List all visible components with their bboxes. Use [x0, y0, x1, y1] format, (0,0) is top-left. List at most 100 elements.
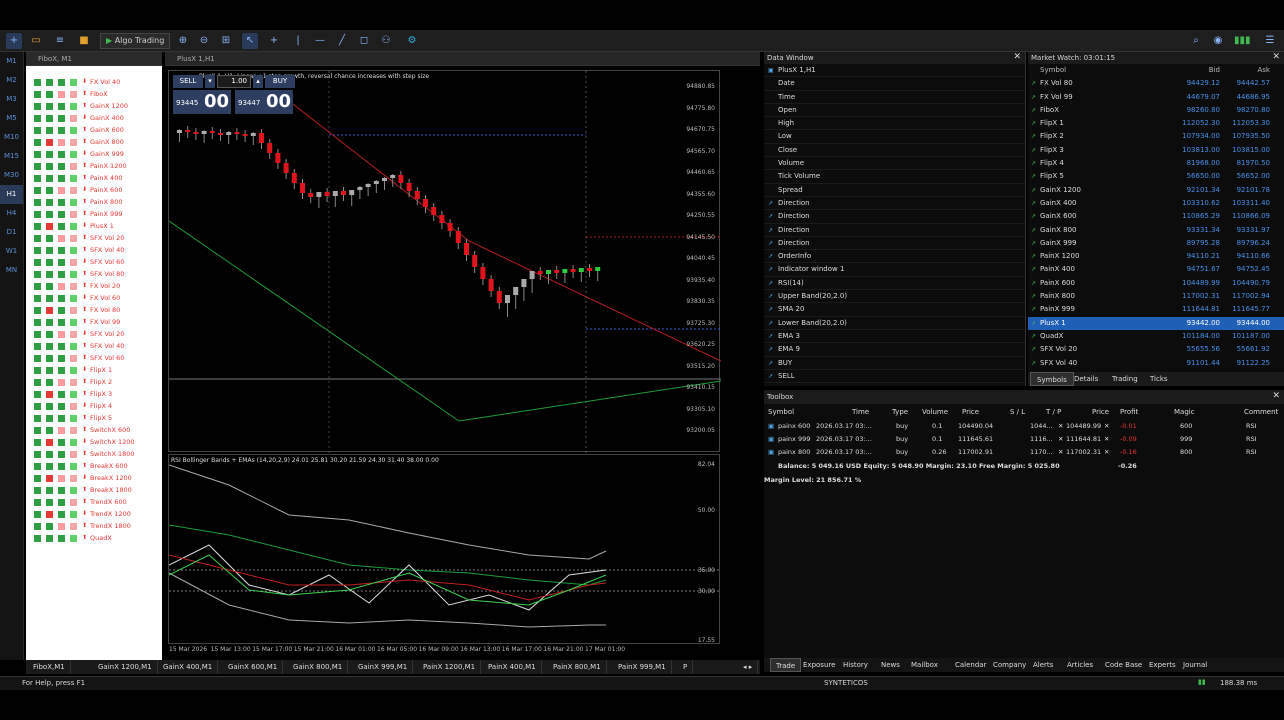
- asset-row[interactable]: ⬆ FX Vol 20: [26, 280, 162, 292]
- tab-calendar[interactable]: Calendar: [950, 658, 991, 672]
- asset-row[interactable]: ⬆ GainX 1200: [26, 100, 162, 112]
- tab-alerts[interactable]: Alerts: [1028, 658, 1058, 672]
- market-watch-row[interactable]: ↗ FlipX 2 107934.00 107935.50: [1028, 130, 1284, 143]
- tab-trading[interactable]: Trading: [1106, 372, 1144, 386]
- lot-up-icon[interactable]: ▴: [253, 75, 263, 88]
- asset-row[interactable]: ⬆ BreakX 1800: [26, 484, 162, 496]
- timeframe-m5[interactable]: M5: [0, 109, 23, 128]
- zoom-out-icon[interactable]: ⊖: [196, 33, 212, 49]
- market-watch-row[interactable]: ↗ GainX 999 89795.28 89796.24: [1028, 237, 1284, 250]
- chart-tab[interactable]: PainX 400,M1: [483, 660, 542, 674]
- market-watch-row[interactable]: ↗ FlipX 1 112052.30 112053.30: [1028, 117, 1284, 130]
- close-position-icon[interactable]: ✕: [1104, 446, 1109, 459]
- market-watch-row[interactable]: ↗ FlipX 3 103813.00 103815.00: [1028, 144, 1284, 157]
- horizontal-line-icon[interactable]: —: [312, 33, 328, 49]
- asset-row[interactable]: ⬆ BreakX 600: [26, 460, 162, 472]
- chart-tab[interactable]: GainX 600,M1: [223, 660, 284, 674]
- market-watch-row[interactable]: ↗ PainX 600 104489.99 104490.79: [1028, 277, 1284, 290]
- asset-row[interactable]: ⬇ FlipX 1: [26, 364, 162, 376]
- chart-tab[interactable]: GainX 999,M1: [353, 660, 414, 674]
- close-icon[interactable]: ✕: [1013, 52, 1021, 62]
- sell-price[interactable]: 93445 00: [173, 90, 231, 114]
- asset-row[interactable]: ⬆ SFX Vol 40: [26, 244, 162, 256]
- asset-row[interactable]: ⬆ SwitchX 600: [26, 424, 162, 436]
- market-watch-row[interactable]: ↗ PainX 999 111644.81 111645.77: [1028, 303, 1284, 316]
- market-watch-row[interactable]: ↗ PlusX 1 93442.00 93444.00: [1028, 316, 1284, 330]
- timeframe-h1[interactable]: H1: [0, 185, 23, 204]
- asset-row[interactable]: ⬇ GainX 999: [26, 148, 162, 160]
- menu-icon[interactable]: ☰: [1262, 33, 1278, 49]
- asset-row[interactable]: ⬆ SwitchX 1800: [26, 448, 162, 460]
- asset-row[interactable]: ⬇ FX Vol 60: [26, 292, 162, 304]
- tab-exposure[interactable]: Exposure: [798, 658, 840, 672]
- market-watch-row[interactable]: ↗ SFX Vol 20 55655.56 55661.92: [1028, 343, 1284, 356]
- close-position-icon[interactable]: ✕: [1058, 446, 1063, 459]
- account-icon[interactable]: ◉: [1210, 33, 1226, 49]
- asset-row[interactable]: ⬆ TrendX 1800: [26, 520, 162, 532]
- asset-row[interactable]: ⬆ PainX 400: [26, 172, 162, 184]
- tab-company[interactable]: Company: [988, 658, 1031, 672]
- algo-trading-button[interactable]: ▶ Algo Trading: [100, 33, 171, 49]
- market-watch-row[interactable]: ↗ GainX 400 103310.62 103311.40: [1028, 197, 1284, 210]
- trendline-icon[interactable]: ╱: [334, 33, 350, 49]
- close-position-icon[interactable]: ✕: [1104, 433, 1109, 446]
- asset-row[interactable]: ⬆ GainX 600: [26, 124, 162, 136]
- tab-experts[interactable]: Experts: [1144, 658, 1181, 672]
- asset-row[interactable]: ⬆ FlipX 5: [26, 412, 162, 424]
- asset-row[interactable]: ⬆ PainX 800: [26, 196, 162, 208]
- lot-input[interactable]: 1.00: [217, 75, 251, 88]
- asset-row[interactable]: ⬇ SFX Vol 20: [26, 328, 162, 340]
- toolbox-col-header[interactable]: Price: [962, 408, 979, 420]
- grid-icon[interactable]: ⊞: [218, 33, 234, 49]
- asset-row[interactable]: ⬇ BreakX 1200: [26, 472, 162, 484]
- timeframe-h4[interactable]: H4: [0, 204, 23, 223]
- asset-row[interactable]: ⬇ GainX 400: [26, 112, 162, 124]
- chart-tab[interactable]: PainX 800,M1: [548, 660, 607, 674]
- market-watch-row[interactable]: ↗ SFX Vol 40 91101.44 91122.25: [1028, 357, 1284, 370]
- toolbox-col-header[interactable]: Symbol: [768, 408, 794, 420]
- asset-row[interactable]: ⬆ FiboX: [26, 88, 162, 100]
- asset-row[interactable]: ⬆ GainX 800: [26, 136, 162, 148]
- market-watch-row[interactable]: ↗ QuadX 101184.00 101187.00: [1028, 330, 1284, 343]
- chart-tab[interactable]: PainX 999,M1: [613, 660, 672, 674]
- tab-articles[interactable]: Articles: [1062, 658, 1098, 672]
- search-icon[interactable]: ⌕: [1188, 33, 1204, 49]
- zoom-in-icon[interactable]: ⊕: [175, 33, 191, 49]
- chart-tab[interactable]: GainX 1200,M1: [93, 660, 158, 674]
- asset-row[interactable]: ⬆ SFX Vol 60: [26, 352, 162, 364]
- market-watch-row[interactable]: ↗ GainX 800 93331.34 93331.97: [1028, 224, 1284, 237]
- crosshair-icon[interactable]: +: [266, 33, 282, 49]
- tab-news[interactable]: News: [876, 658, 905, 672]
- tab-mailbox[interactable]: Mailbox: [906, 658, 943, 672]
- asset-row[interactable]: ⬆ SFX Vol 40: [26, 340, 162, 352]
- open-folder-icon[interactable]: ▭: [28, 33, 44, 49]
- toolbox-col-header[interactable]: T / P: [1046, 408, 1061, 420]
- timeframe-m15[interactable]: M15: [0, 147, 23, 166]
- market-watch-row[interactable]: ↗ GainX 600 110865.29 110866.09: [1028, 210, 1284, 223]
- tab-code-base[interactable]: Code Base: [1100, 658, 1147, 672]
- asset-row[interactable]: ⬆ TrendX 600: [26, 496, 162, 508]
- market-watch-row[interactable]: ↗ FlipX 5 56650.00 56652.00: [1028, 170, 1284, 183]
- asset-row[interactable]: ⬇ PainX 600: [26, 184, 162, 196]
- toolbox-col-header[interactable]: Magic: [1174, 408, 1195, 420]
- market-watch-row[interactable]: ↗ GainX 1200 92101.34 92101.78: [1028, 184, 1284, 197]
- toolbox-col-header[interactable]: Time: [852, 408, 869, 420]
- tab-ticks[interactable]: Ticks: [1144, 372, 1174, 386]
- chart-tab[interactable]: GainX 800,M1: [288, 660, 349, 674]
- lock-icon[interactable]: ■: [76, 33, 92, 49]
- chart-tab[interactable]: FiboX,M1: [28, 660, 71, 674]
- asset-row[interactable]: ⬇ FX Vol 40: [26, 76, 162, 88]
- market-watch-row[interactable]: ↗ PainX 400 94751.67 94752.45: [1028, 263, 1284, 276]
- buy-price[interactable]: 93447 00: [235, 90, 293, 114]
- timeframe-mn[interactable]: MN: [0, 261, 23, 280]
- asset-row[interactable]: ⬆ FlipX 2: [26, 376, 162, 388]
- market-watch-row[interactable]: ↗ FX Vol 99 44679.07 44686.95: [1028, 91, 1284, 104]
- close-position-icon[interactable]: ✕: [1058, 420, 1063, 433]
- asset-row[interactable]: ⬆ SFX Vol 80: [26, 268, 162, 280]
- tab-journal[interactable]: Journal: [1178, 658, 1212, 672]
- market-watch-row[interactable]: ↗ FlipX 4 81968.00 81970.50: [1028, 157, 1284, 170]
- close-icon[interactable]: ✕: [1272, 52, 1280, 62]
- cursor-icon[interactable]: ↖: [242, 33, 258, 49]
- tab-history[interactable]: History: [838, 658, 873, 672]
- close-icon[interactable]: ✕: [1272, 391, 1280, 401]
